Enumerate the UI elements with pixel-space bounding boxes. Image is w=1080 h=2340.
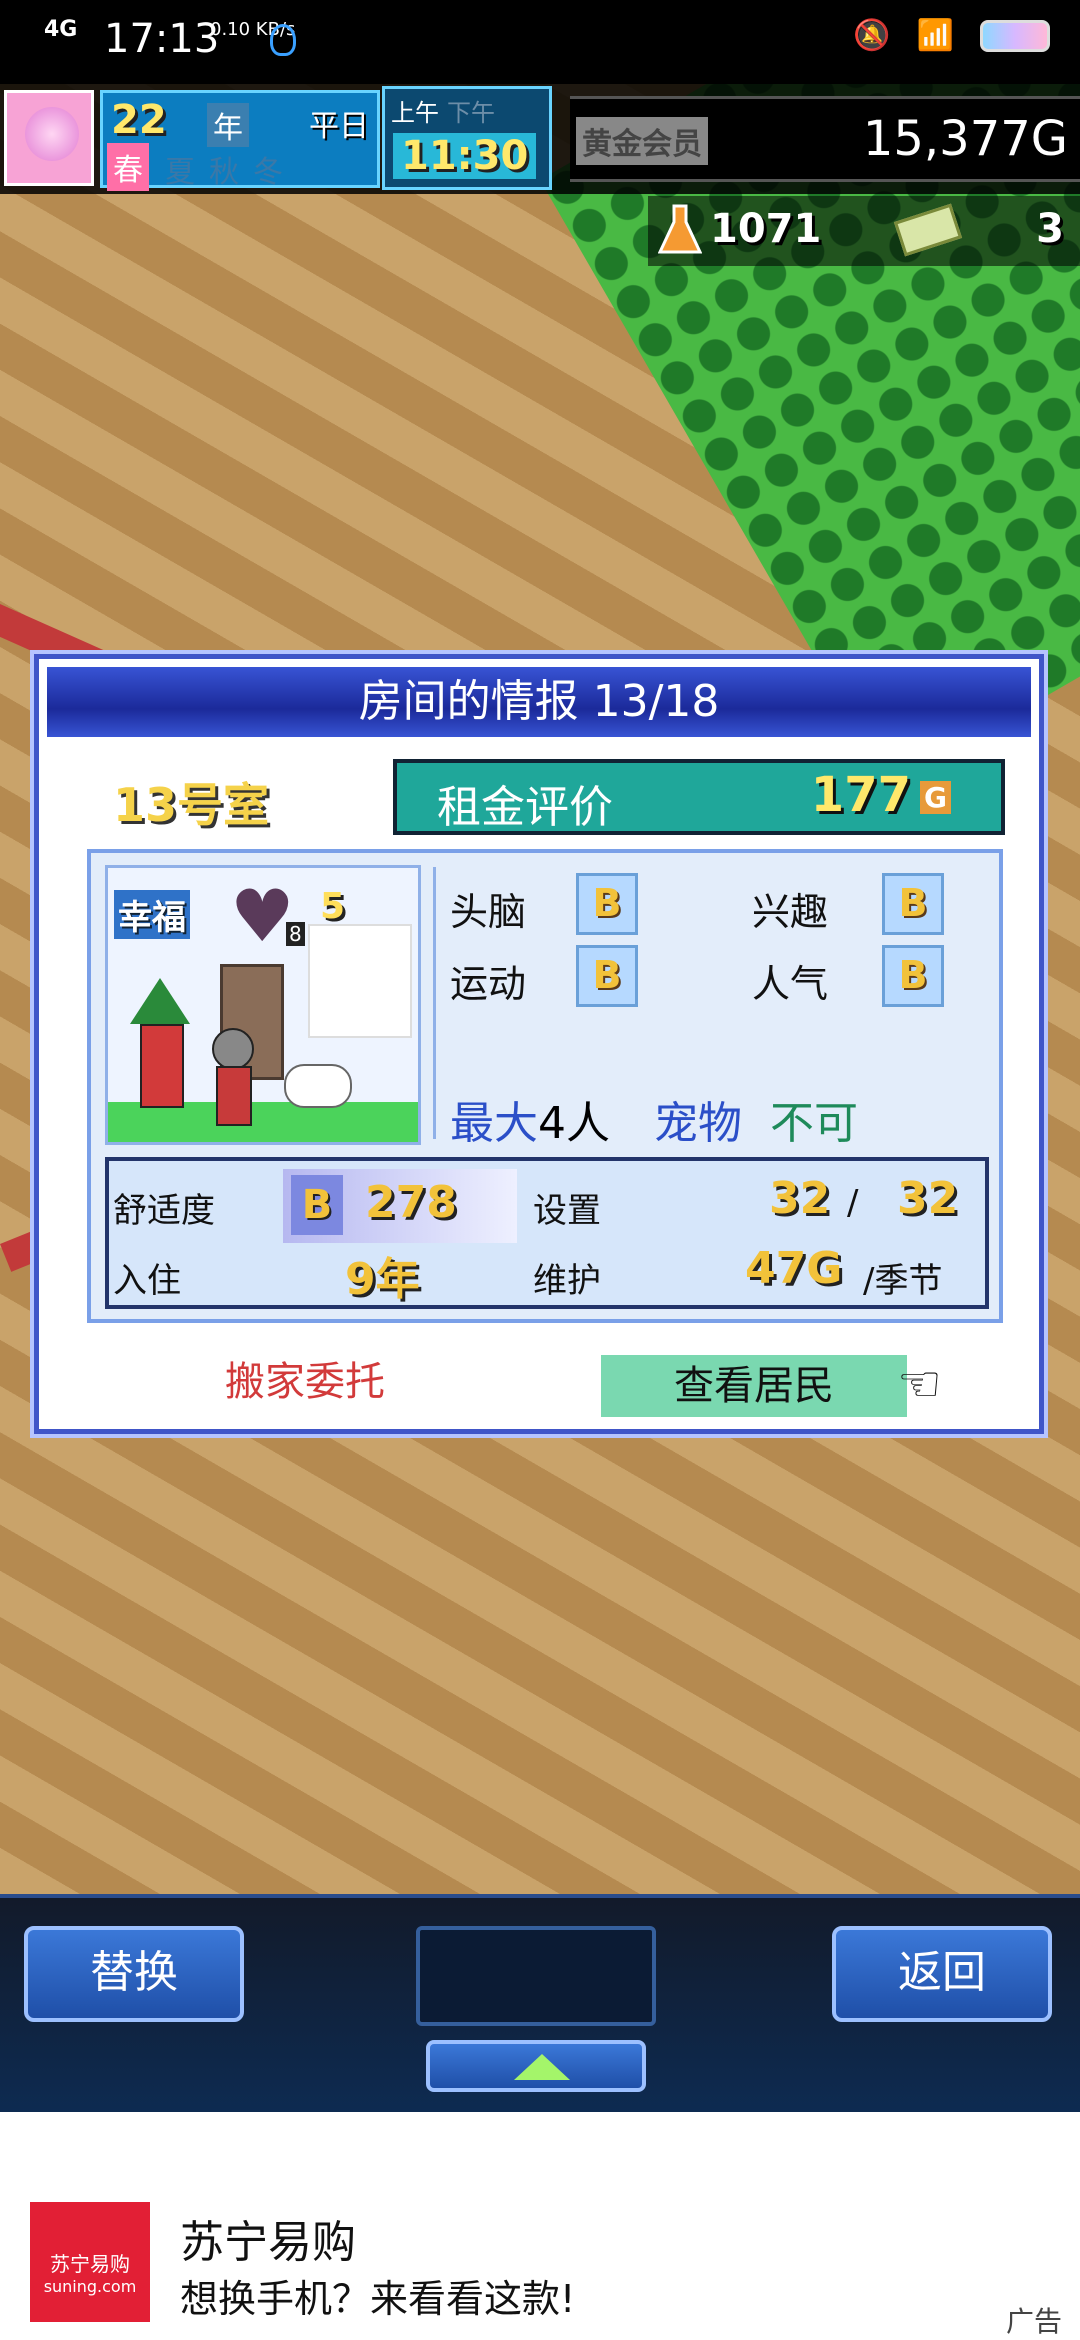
max-value: 4人 <box>538 1098 610 1149</box>
member-badge: 黄金会员 <box>576 117 708 165</box>
stats-grid: 头脑 B 兴趣 B 运动 B 人气 B 最大4人 宠物 不可 <box>433 867 990 1149</box>
room-details-panel: 幸福 ♥ 8 5 头脑 B 兴趣 B 运动 B 人气 B 最大4人 宠物 不可 … <box>87 849 1003 1323</box>
stat-brain-grade: B <box>576 873 638 935</box>
flask-icon <box>658 204 702 254</box>
up-arrow-icon <box>514 2054 570 2080</box>
stat-sport-grade: B <box>576 945 638 1007</box>
money-value: 15,377G <box>862 111 1068 167</box>
room-info-dialog: 房间的情报 13/18 13号室 租金评价 177 G 幸福 ♥ 8 5 头脑 … <box>34 654 1044 1434</box>
happiness-small: 8 <box>286 922 305 946</box>
ticket-icon <box>893 203 963 257</box>
dialog-title: 房间的情报 13/18 <box>47 667 1031 737</box>
move-out-button[interactable]: 搬家委托 <box>225 1349 385 1407</box>
bottom-control-bar: 替换 返回 <box>0 1894 1080 2116</box>
battery-icon <box>980 19 1050 52</box>
portrait-wall <box>308 924 412 1038</box>
comfort-grade: B <box>291 1175 343 1235</box>
pet-value: 不可 <box>770 1098 858 1149</box>
capacity-line: 最大4人 宠物 不可 <box>450 1087 858 1151</box>
maintain-value: 47G <box>745 1243 843 1294</box>
pet-label: 宠物 <box>654 1098 742 1149</box>
stat-popularity-label: 人气 <box>752 962 829 1006</box>
resident-sprite <box>130 978 190 1118</box>
center-panel <box>416 1926 656 2026</box>
suning-logo-text: 苏宁易购 <box>50 2252 130 2276</box>
rent-label: 租金评价 <box>437 782 613 833</box>
comfort-value: 278 <box>365 1177 457 1228</box>
avatar[interactable] <box>4 90 94 186</box>
ticket-count: 3 <box>1036 206 1064 252</box>
comfort-box: B 278 <box>283 1169 517 1243</box>
residence-value: 9年 <box>345 1254 420 1305</box>
ad-title: 苏宁易购 <box>180 2217 356 2268</box>
residence-label: 入住 <box>113 1261 181 1301</box>
resource-bar: 1071 3 <box>648 196 1080 266</box>
stat-popularity-grade: B <box>882 945 944 1007</box>
current-season: 春 <box>107 143 149 191</box>
network-indicator: 4G <box>44 17 78 42</box>
replace-button[interactable]: 替换 <box>24 1926 244 2022</box>
baby-sprite <box>284 1064 352 1108</box>
mute-icon: 🔕 <box>853 18 891 53</box>
suning-logo-url: suning.com <box>43 2277 137 2296</box>
qq-icon <box>270 24 296 56</box>
stat-hobby-grade: B <box>882 873 944 935</box>
happiness-label: 幸福 <box>114 890 190 939</box>
heart-icon: ♥ <box>230 874 295 958</box>
stat-brain-label: 头脑 <box>450 890 527 934</box>
weekday: 平日 <box>309 109 369 144</box>
resident-sprite <box>208 1028 254 1128</box>
pointing-hand-icon: ☜ <box>897 1355 942 1413</box>
game-clock: 11:30 <box>393 133 537 179</box>
setup-current: 32 <box>769 1173 831 1224</box>
research-points: 1071 <box>710 206 822 252</box>
maintain-unit: /季节 <box>863 1261 943 1301</box>
ad-label: 广告 <box>1005 2305 1062 2338</box>
rent-value: 177 <box>810 767 911 823</box>
happiness-value: 5 <box>320 886 346 927</box>
rent-unit: G <box>920 781 951 814</box>
year-value: 22 <box>111 97 167 143</box>
other-seasons: 夏秋冬 <box>165 155 297 190</box>
view-residents-button[interactable]: 查看居民 <box>601 1355 907 1417</box>
room-stats-box: 舒适度 B 278 设置 32 / 32 入住 9年 维护 47G /季节 <box>105 1157 989 1309</box>
room-number: 13号室 <box>113 778 270 832</box>
setup-max: 32 <box>897 1173 959 1224</box>
back-button[interactable]: 返回 <box>832 1926 1052 2022</box>
rent-rating: 租金评价 177 G <box>393 759 1005 835</box>
status-time: 17:13 <box>104 16 220 62</box>
wifi-icon: 📶 <box>916 18 954 53</box>
setup-label: 设置 <box>533 1191 601 1231</box>
money-panel: 黄金会员 15,377G <box>570 96 1080 182</box>
max-label: 最大 <box>450 1098 538 1149</box>
stat-sport-label: 运动 <box>450 962 527 1006</box>
am-label: 上午 <box>391 99 439 127</box>
ad-banner[interactable]: 苏宁易购 suning.com 苏宁易购 想换手机？来看看这款! 广告 <box>0 2112 1080 2340</box>
date-panel: 22 年 平日 春 夏秋冬 <box>100 90 380 191</box>
ampm-indicator: 上午 下午 <box>391 93 495 128</box>
comfort-label: 舒适度 <box>113 1191 215 1231</box>
maintain-label: 维护 <box>533 1261 601 1301</box>
suning-logo: 苏宁易购 suning.com <box>30 2202 150 2322</box>
clock-panel: 上午 下午 11:30 <box>382 86 552 190</box>
status-bar: 4G 17:13 0.10 KB/s 🔕 📶 <box>0 0 1080 84</box>
ad-subtitle: 想换手机？来看看这款! <box>180 2277 576 2321</box>
setup-separator: / <box>847 1183 859 1223</box>
year-label: 年 <box>207 103 249 147</box>
resident-portrait[interactable]: 幸福 ♥ 8 5 <box>105 865 421 1145</box>
expand-up-button[interactable] <box>426 2040 646 2092</box>
status-icons: 🔕 📶 <box>853 18 1050 53</box>
stat-hobby-label: 兴趣 <box>752 890 829 934</box>
pm-label: 下午 <box>447 99 495 127</box>
